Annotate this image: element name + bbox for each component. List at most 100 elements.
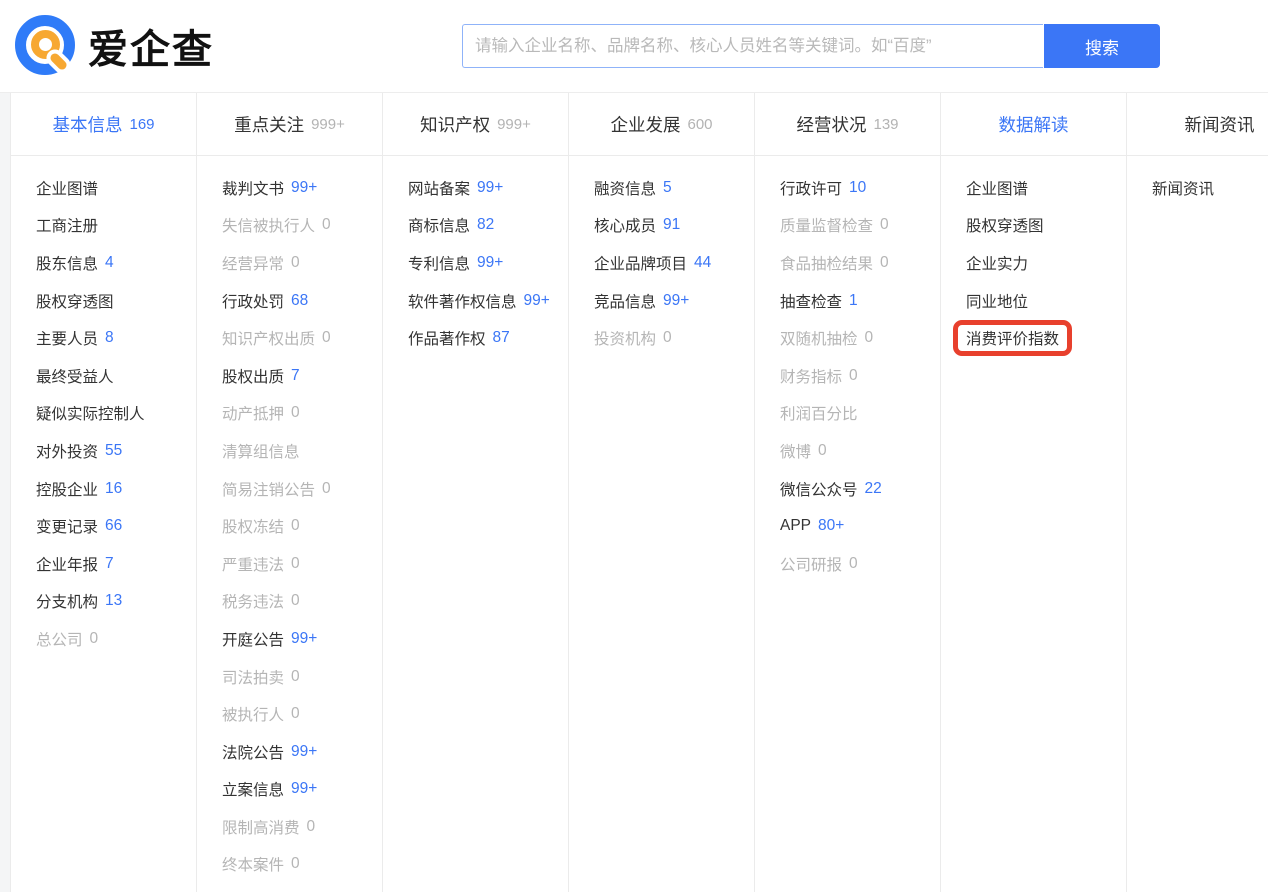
menu-item[interactable]: 动产抵押0 (222, 395, 382, 433)
menu-item[interactable]: 股东信息4 (36, 244, 196, 282)
menu-item[interactable]: 简易注销公告0 (222, 470, 382, 508)
menu-item[interactable]: 企业年报7 (36, 545, 196, 583)
menu-item[interactable]: 融资信息5 (594, 169, 754, 207)
tab-label: 新闻资讯 (1185, 112, 1255, 137)
menu-item-count: 68 (291, 292, 308, 310)
menu-item-count: 0 (322, 480, 331, 498)
tab-1[interactable]: 重点关注999+ (197, 93, 383, 155)
menu-item-label: 主要人员 (36, 327, 98, 349)
menu-item[interactable]: 法院公告99+ (222, 733, 382, 771)
menu-item-label: 经营异常 (222, 252, 284, 274)
menu-item[interactable]: 清算组信息 (222, 432, 382, 470)
menu-item[interactable]: 双随机抽检0 (780, 319, 940, 357)
menu-item[interactable]: 股权出质7 (222, 357, 382, 395)
menu-item[interactable]: 企业图谱 (36, 169, 196, 207)
menu-item[interactable]: 消费评价指数 (966, 319, 1126, 357)
menu-item[interactable]: 微信公众号22 (780, 470, 940, 508)
menu-item[interactable]: 开庭公告99+ (222, 620, 382, 658)
menu-item[interactable]: 微博0 (780, 432, 940, 470)
tab-label: 知识产权 (420, 112, 490, 137)
menu-item[interactable]: 司法拍卖0 (222, 658, 382, 696)
menu-item[interactable]: 作品著作权87 (408, 319, 568, 357)
menu-item[interactable]: 最终受益人 (36, 357, 196, 395)
menu-column-4: 行政许可10质量监督检查0食品抽检结果0抽查检查1双随机抽检0财务指标0利润百分… (755, 156, 941, 892)
menu-item[interactable]: 专利信息99+ (408, 244, 568, 282)
menu-item-count: 4 (105, 254, 114, 272)
menu-item-label: 失信被执行人 (222, 214, 315, 236)
menu-item-count: 87 (493, 329, 510, 347)
menu-item-count: 16 (105, 480, 122, 498)
menu-item[interactable]: 同业地位 (966, 282, 1126, 320)
tab-label: 重点关注 (234, 112, 304, 137)
menu-item[interactable]: 立案信息99+ (222, 771, 382, 809)
menu-item[interactable]: 网站备案99+ (408, 169, 568, 207)
menu-item-count: 0 (291, 254, 300, 272)
tab-3[interactable]: 企业发展600 (569, 93, 755, 155)
menu-item[interactable]: 商标信息82 (408, 207, 568, 245)
menu-item[interactable]: 限制高消费0 (222, 808, 382, 846)
menu-item[interactable]: 税务违法0 (222, 583, 382, 621)
menu-item[interactable]: 分支机构13 (36, 583, 196, 621)
menu-item[interactable]: 股权冻结0 (222, 507, 382, 545)
menu-item[interactable]: 公司研报0 (780, 545, 940, 583)
menu-item[interactable]: 疑似实际控制人 (36, 395, 196, 433)
menu-item[interactable]: 终本案件0 (222, 846, 382, 884)
menu-item[interactable]: 企业品牌项目44 (594, 244, 754, 282)
menu-item[interactable]: 核心成员91 (594, 207, 754, 245)
menu-item[interactable]: 利润百分比 (780, 395, 940, 433)
search-button[interactable]: 搜索 (1044, 24, 1160, 68)
menu-item[interactable]: 财务指标0 (780, 357, 940, 395)
aiqicha-logo[interactable]: 爱企查 (14, 14, 214, 78)
menu-item[interactable]: 经营异常 0 (222, 244, 382, 282)
tab-6[interactable]: 新闻资讯 (1127, 93, 1268, 155)
menu-item-label: 行政处罚 (222, 290, 284, 312)
menu-item-count: 0 (291, 855, 300, 873)
menu-item[interactable]: 股权穿透图 (36, 282, 196, 320)
menu-item[interactable]: 抽查检查1 (780, 282, 940, 320)
menu-item[interactable]: APP80+ (780, 507, 940, 545)
menu-item[interactable]: 总公司0 (36, 620, 196, 658)
menu-item[interactable]: 股权穿透图 (966, 207, 1126, 245)
menu-item[interactable]: 被执行人0 (222, 695, 382, 733)
menu-item-label: 新闻资讯 (1152, 177, 1214, 199)
menu-item-label: 竞品信息 (594, 290, 656, 312)
menu-item[interactable]: 新闻资讯 (1152, 169, 1268, 207)
tab-4[interactable]: 经营状况139 (755, 93, 941, 155)
menu-item[interactable]: 投资机构0 (594, 319, 754, 357)
tab-2[interactable]: 知识产权 999+ (383, 93, 569, 155)
tab-0[interactable]: 基本信息169 (11, 93, 197, 155)
menu-item[interactable]: 质量监督检查0 (780, 207, 940, 245)
tab-5[interactable]: 数据解读 (941, 93, 1127, 155)
menu-item[interactable]: 企业图谱 (966, 169, 1126, 207)
menu-item-label: 网站备案 (408, 177, 470, 199)
menu-item[interactable]: 软件著作权信息99+ (408, 282, 568, 320)
menu-item-count: 0 (818, 442, 827, 460)
menu-item[interactable]: 裁判文书99+ (222, 169, 382, 207)
menu-item[interactable]: 对外投资55 (36, 432, 196, 470)
menu-item-count: 0 (291, 668, 300, 686)
menu-item[interactable]: 工商注册 (36, 207, 196, 245)
menu-item[interactable]: 知识产权出质0 (222, 319, 382, 357)
menu-item[interactable]: 食品抽检结果0 (780, 244, 940, 282)
menu-item[interactable]: 严重违法0 (222, 545, 382, 583)
menu-item[interactable]: 控股企业16 (36, 470, 196, 508)
menu-item[interactable]: 竞品信息99+ (594, 282, 754, 320)
menu-item-label: 消费评价指数 (966, 327, 1059, 349)
menu-item[interactable]: 失信被执行人0 (222, 207, 382, 245)
menu-item[interactable]: 行政处罚 68 (222, 282, 382, 320)
menu-item[interactable]: 变更记录 66 (36, 507, 196, 545)
menu-item-label: 股权穿透图 (966, 214, 1044, 236)
menu-item-count: 66 (105, 517, 122, 535)
menu-item-label: 软件著作权信息 (408, 290, 517, 312)
menu-item[interactable]: 行政许可10 (780, 169, 940, 207)
menu-item-count: 0 (291, 404, 300, 422)
menu-item-label: 企业年报 (36, 553, 98, 575)
menu-item-label: 变更记录 (36, 515, 98, 537)
menu-item-label: 融资信息 (594, 177, 656, 199)
search-input[interactable] (462, 24, 1043, 68)
tab-label: 经营状况 (796, 112, 866, 137)
tab-count: 999+ (497, 116, 531, 133)
menu-item[interactable]: 主要人员8 (36, 319, 196, 357)
menu-item-label: 专利信息 (408, 252, 470, 274)
menu-item[interactable]: 企业实力 (966, 244, 1126, 282)
